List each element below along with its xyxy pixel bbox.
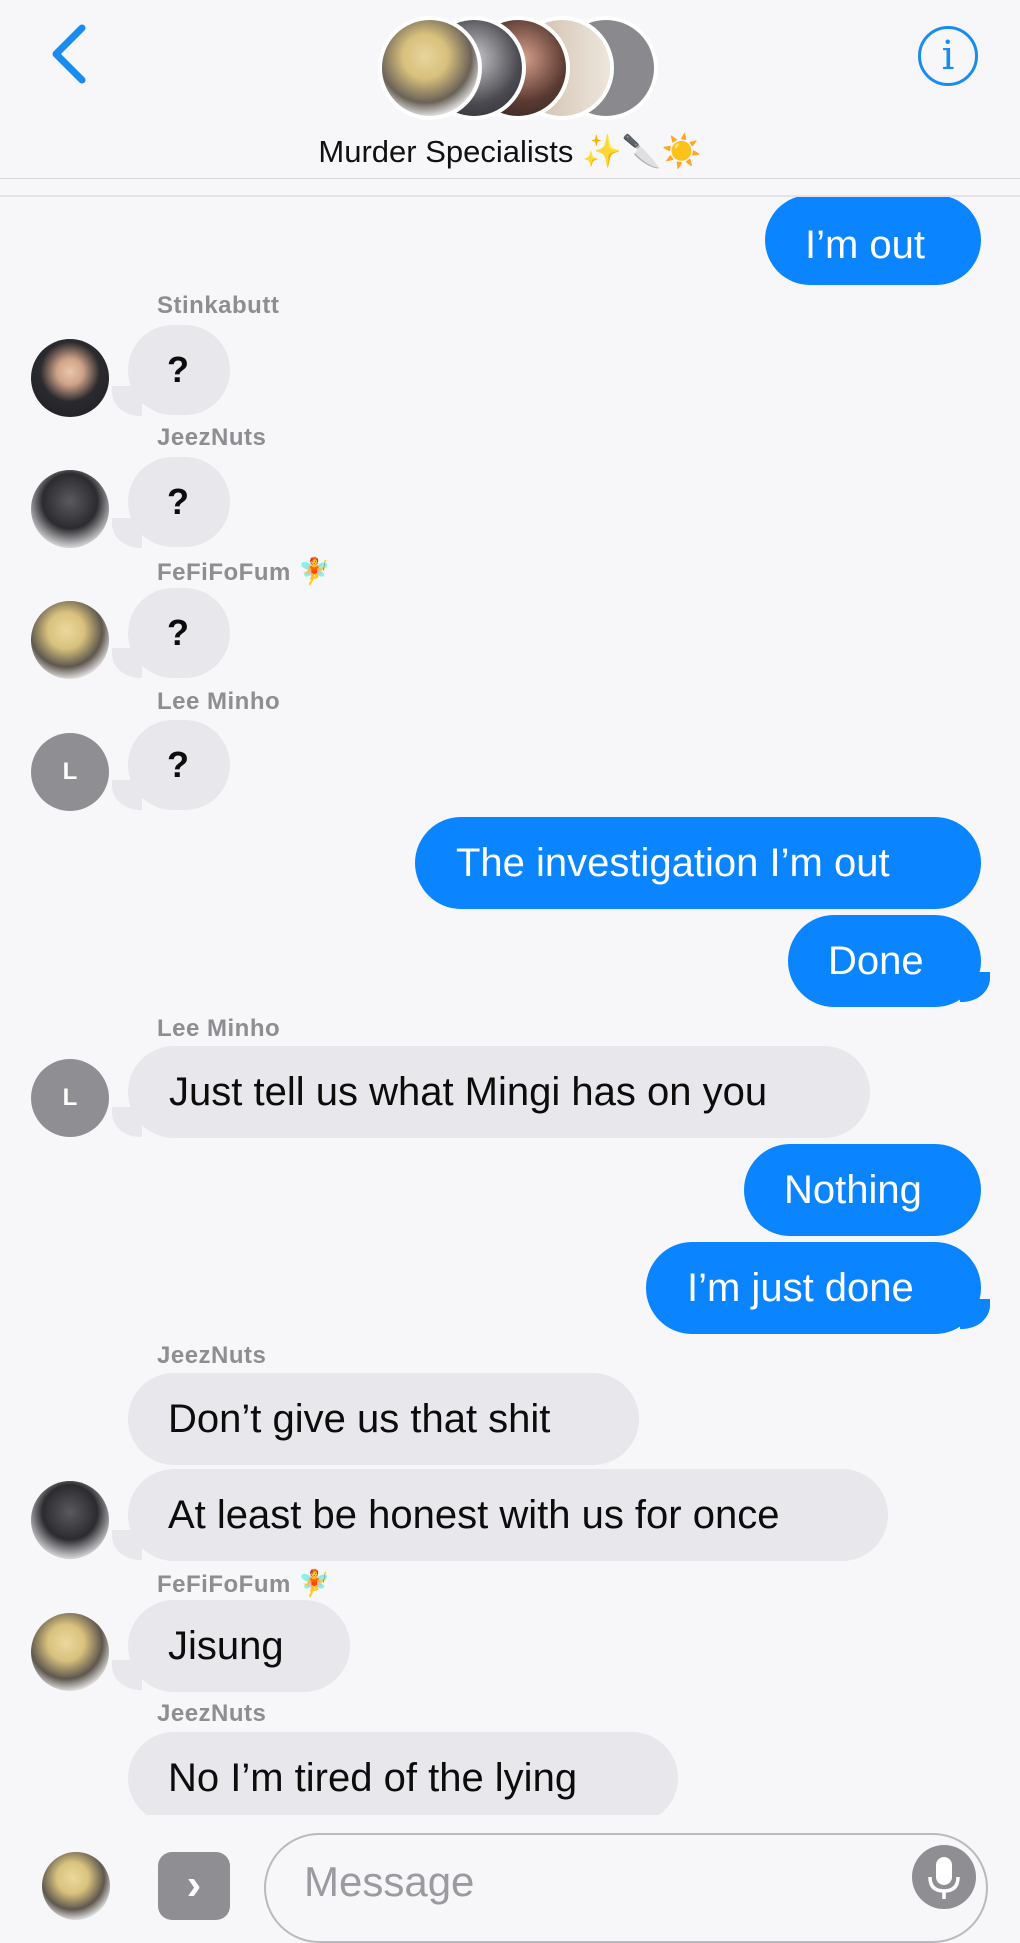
conversation-header: Murder Specialists ✨🔪☀️ i <box>0 0 1020 179</box>
message-text: The investigation I’m out <box>456 841 890 885</box>
sender-name-text: FeFiFoFum <box>157 559 291 586</box>
avatar[interactable] <box>31 339 109 417</box>
sender-name: JeezNuts <box>157 1700 267 1727</box>
message-text: Nothing <box>784 1168 922 1212</box>
sender-name: Stinkabutt <box>157 292 280 319</box>
message-text: I’m just done <box>687 1266 914 1310</box>
group-avatar-stack[interactable] <box>378 16 658 124</box>
avatar-initial: L <box>62 758 78 785</box>
avatar[interactable] <box>31 1613 109 1691</box>
divider <box>0 195 1020 197</box>
message-text: Don’t give us that shit <box>168 1397 551 1441</box>
incoming-message[interactable]: ? <box>128 720 230 810</box>
sender-name-text: FeFiFoFum <box>157 1571 291 1598</box>
incoming-message[interactable]: At least be honest with us for once <box>128 1469 888 1561</box>
sender-name: Lee Minho <box>157 1015 281 1042</box>
message-text: ? <box>167 349 189 390</box>
incoming-message[interactable]: Just tell us what Mingi has on you <box>128 1046 870 1138</box>
incoming-message[interactable]: ? <box>128 588 230 678</box>
title-emoji: ✨🔪☀️ <box>582 133 702 169</box>
outgoing-message[interactable]: Done <box>788 915 981 1007</box>
sender-name: JeezNuts <box>157 424 267 451</box>
info-icon[interactable]: i <box>918 26 978 86</box>
outgoing-message[interactable]: I’m just done <box>646 1242 981 1334</box>
sender-name: FeFiFoFum 🧚 <box>157 1568 331 1599</box>
incoming-message[interactable]: ? <box>128 457 230 547</box>
sender-emoji: 🧚 <box>298 1568 331 1598</box>
microphone-glyph <box>928 1857 960 1899</box>
avatar[interactable] <box>31 601 109 679</box>
info-glyph: i <box>941 33 955 79</box>
incoming-message[interactable]: No I’m tired of the lying <box>128 1732 678 1824</box>
message-text: ? <box>167 481 189 522</box>
conversation-title-text: Murder Specialists <box>318 134 574 169</box>
microphone-icon[interactable] <box>912 1845 976 1909</box>
avatar[interactable]: L <box>31 1059 109 1137</box>
avatar[interactable] <box>42 1852 110 1920</box>
conversation-title[interactable]: Murder Specialists ✨🔪☀️ <box>0 132 1020 170</box>
message-text: Just tell us what Mingi has on you <box>169 1070 768 1114</box>
message-text: Jisung <box>168 1624 284 1668</box>
sender-emoji: 🧚 <box>298 556 331 586</box>
avatar[interactable] <box>31 1481 109 1559</box>
sender-name: Lee Minho <box>157 688 281 715</box>
avatar[interactable]: L <box>31 733 109 811</box>
message-input[interactable] <box>302 1855 886 1909</box>
message-text: At least be honest with us for once <box>168 1493 780 1537</box>
incoming-message[interactable]: Jisung <box>128 1600 350 1692</box>
incoming-message[interactable]: Don’t give us that shit <box>128 1373 639 1465</box>
chevron-left-icon[interactable] <box>44 22 100 86</box>
outgoing-message[interactable]: I’m out <box>765 195 981 285</box>
message-text: ? <box>167 744 189 785</box>
sender-name: FeFiFoFum 🧚 <box>157 556 331 587</box>
outgoing-message[interactable]: The investigation I’m out <box>415 817 981 909</box>
avatar[interactable] <box>31 470 109 548</box>
sender-name: JeezNuts <box>157 1342 267 1369</box>
message-text: No I’m tired of the lying <box>168 1756 578 1800</box>
avatar-initial: L <box>62 1084 78 1111</box>
chevron-right-icon[interactable]: › <box>158 1852 230 1920</box>
message-text: I’m out <box>805 223 926 267</box>
message-text: Done <box>828 939 924 983</box>
message-input-field[interactable] <box>264 1833 988 1943</box>
outgoing-message[interactable]: Nothing <box>744 1144 981 1236</box>
group-member-avatar <box>378 16 482 120</box>
incoming-message[interactable]: ? <box>128 325 230 415</box>
message-text: ? <box>167 612 189 653</box>
